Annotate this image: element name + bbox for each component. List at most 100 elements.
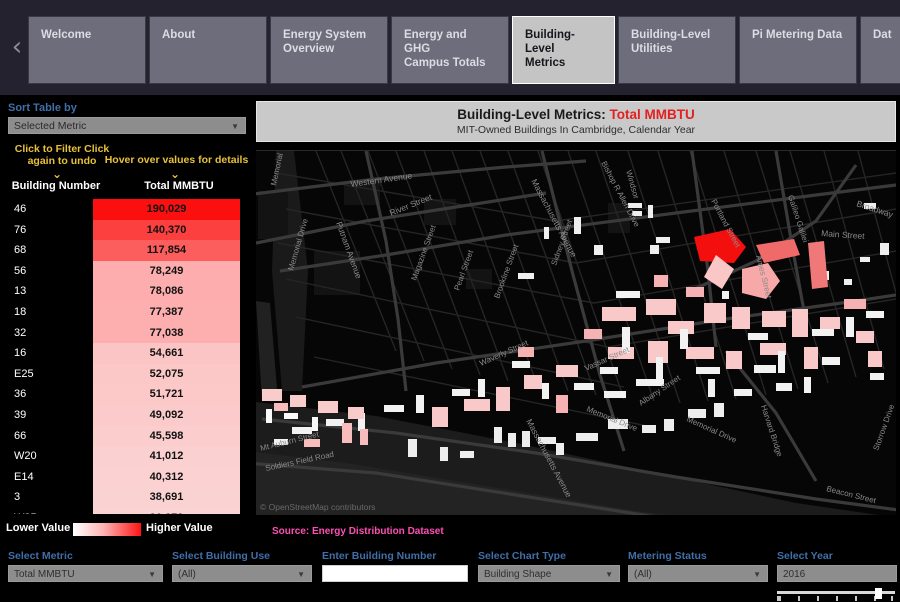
building-number-cell[interactable]: 36 (8, 384, 93, 405)
panel-title-bar: Building-Level Metrics: Total MMBTU MIT-… (256, 101, 896, 142)
tab-dat[interactable]: Dat (860, 16, 900, 84)
page-title: Building-Level Metrics: Total MMBTU (257, 107, 895, 122)
metric-value-cell[interactable]: 77,038 (93, 323, 240, 344)
building-number-cell[interactable]: 46 (8, 199, 93, 220)
column-header-total-mmbtu: Total MMBTU (110, 180, 248, 192)
enter-building-number-label: Enter Building Number (322, 550, 468, 562)
table-row[interactable]: 1378,086 (8, 281, 248, 302)
year-slider-tick (817, 596, 819, 601)
hover-hint-text: Hover over values for details (104, 154, 249, 166)
tab-list: WelcomeAboutEnergy System OverviewEnergy… (28, 16, 900, 84)
table-row[interactable]: W2041,012 (8, 446, 248, 467)
year-slider-tick (798, 596, 800, 601)
tab-energy-system-overview[interactable]: Energy System Overview (270, 16, 388, 84)
chevron-down-icon: ▼ (297, 566, 305, 583)
building-number-input[interactable] (322, 565, 468, 582)
metric-value-cell[interactable]: 52,075 (93, 364, 240, 385)
table-row[interactable]: 6645,598 (8, 426, 248, 447)
legend-higher-value-label: Higher Value (146, 522, 213, 534)
enter-building-number-control: Enter Building Number (322, 550, 468, 582)
tab-welcome[interactable]: Welcome (28, 16, 146, 84)
select-chart-type-value: Building Shape (484, 569, 551, 580)
metric-value-cell[interactable]: 117,854 (93, 240, 240, 261)
metric-value-cell[interactable]: 41,012 (93, 446, 240, 467)
building-number-cell[interactable]: W35 (8, 508, 93, 514)
tab-energy-and-ghg-campus-totals[interactable]: Energy and GHG Campus Totals (391, 16, 509, 84)
select-building-use-label: Select Building Use (172, 550, 312, 562)
year-slider-tick (855, 596, 857, 601)
table-row[interactable]: 3651,721 (8, 384, 248, 405)
year-slider-handle[interactable] (875, 588, 882, 599)
table-row[interactable]: 68117,854 (8, 240, 248, 261)
control-bar: Select Metric Total MMBTU ▼ Select Build… (0, 548, 900, 600)
select-metric-control: Select Metric Total MMBTU ▼ (8, 550, 163, 582)
sort-table-by-select[interactable]: Selected Metric ▼ (8, 117, 246, 134)
building-number-cell[interactable]: 39 (8, 405, 93, 426)
metering-status-dropdown[interactable]: (All) ▼ (628, 565, 768, 582)
legend-lower-value-label: Lower Value (6, 522, 70, 534)
building-number-cell[interactable]: 66 (8, 426, 93, 447)
building-number-cell[interactable]: 18 (8, 302, 93, 323)
table-row[interactable]: 1654,661 (8, 343, 248, 364)
building-number-cell[interactable]: 16 (8, 343, 93, 364)
table-row[interactable]: E1440,312 (8, 467, 248, 488)
metric-value-cell[interactable]: 40,312 (93, 467, 240, 488)
tab-building-level-utilities[interactable]: Building-Level Utilities (618, 16, 736, 84)
select-year-label: Select Year (777, 550, 897, 562)
building-number-cell[interactable]: 56 (8, 261, 93, 282)
metric-value-cell[interactable]: 77,387 (93, 302, 240, 323)
page-subtitle: MIT-Owned Buildings In Cambridge, Calend… (257, 124, 895, 136)
select-chart-type-label: Select Chart Type (478, 550, 620, 562)
select-chart-type-control: Select Chart Type Building Shape ▼ (478, 550, 620, 582)
chevron-down-icon: ▼ (148, 566, 156, 583)
chevron-down-icon: ▼ (605, 566, 613, 583)
select-chart-type-dropdown[interactable]: Building Shape ▼ (478, 565, 620, 582)
metric-value-cell[interactable]: 140,370 (93, 220, 240, 241)
metric-value-cell[interactable]: 54,661 (93, 343, 240, 364)
previous-tabs-chevron-icon[interactable]: ‹ (6, 32, 28, 62)
tab-about[interactable]: About (149, 16, 267, 84)
building-number-cell[interactable]: 32 (8, 323, 93, 344)
tab-building-level-metrics[interactable]: Building-Level Metrics (512, 16, 615, 84)
metric-value-cell[interactable]: 49,092 (93, 405, 240, 426)
building-number-cell[interactable]: E14 (8, 467, 93, 488)
building-number-cell[interactable]: 13 (8, 281, 93, 302)
metric-value-cell[interactable]: 78,249 (93, 261, 240, 282)
metering-status-label: Metering Status (628, 550, 768, 562)
building-number-cell[interactable]: 76 (8, 220, 93, 241)
table-row[interactable]: E2552,075 (8, 364, 248, 385)
building-number-cell[interactable]: 68 (8, 240, 93, 261)
table-row[interactable]: 76140,370 (8, 220, 248, 241)
table-row[interactable]: W3536,272 (8, 508, 248, 514)
chevron-down-icon: ▼ (753, 566, 761, 583)
building-number-cell[interactable]: E25 (8, 364, 93, 385)
table-row[interactable]: 5678,249 (8, 261, 248, 282)
metering-status-value: (All) (634, 569, 652, 580)
select-metric-dropdown[interactable]: Total MMBTU ▼ (8, 565, 163, 582)
hint-arrow-down-icon: ⌄ (52, 167, 62, 181)
sort-table-by-label: Sort Table by (8, 102, 77, 114)
table-row[interactable]: 3949,092 (8, 405, 248, 426)
metric-value-cell[interactable]: 36,272 (93, 508, 240, 514)
metric-value-cell[interactable]: 78,086 (93, 281, 240, 302)
title-prefix: Building-Level Metrics: (457, 107, 609, 122)
select-building-use-dropdown[interactable]: (All) ▼ (172, 565, 312, 582)
table-row[interactable]: 1877,387 (8, 302, 248, 323)
metric-value-cell[interactable]: 51,721 (93, 384, 240, 405)
building-shape-map[interactable]: Western AvenueRiver StreetPutnam AvenueM… (256, 150, 896, 515)
table-row[interactable]: 3277,038 (8, 323, 248, 344)
tab-pi-metering-data[interactable]: Pi Metering Data (739, 16, 857, 84)
table-row[interactable]: 46190,029 (8, 199, 248, 220)
hint-arrow-down-icon: ⌄ (170, 167, 180, 181)
metric-value-cell[interactable]: 38,691 (93, 487, 240, 508)
select-building-use-control: Select Building Use (All) ▼ (172, 550, 312, 582)
metric-value-cell[interactable]: 190,029 (93, 199, 240, 220)
building-number-cell[interactable]: W20 (8, 446, 93, 467)
column-header-building-number: Building Number (2, 180, 110, 192)
sort-table-by-value: Selected Metric (14, 120, 86, 132)
sidebar-panel: Sort Table by Selected Metric ▼ Click to… (0, 95, 253, 545)
table-row[interactable]: 338,691 (8, 487, 248, 508)
building-metrics-table[interactable]: 46190,02976140,37068117,8545678,2491378,… (8, 199, 248, 514)
metric-value-cell[interactable]: 45,598 (93, 426, 240, 447)
building-number-cell[interactable]: 3 (8, 487, 93, 508)
